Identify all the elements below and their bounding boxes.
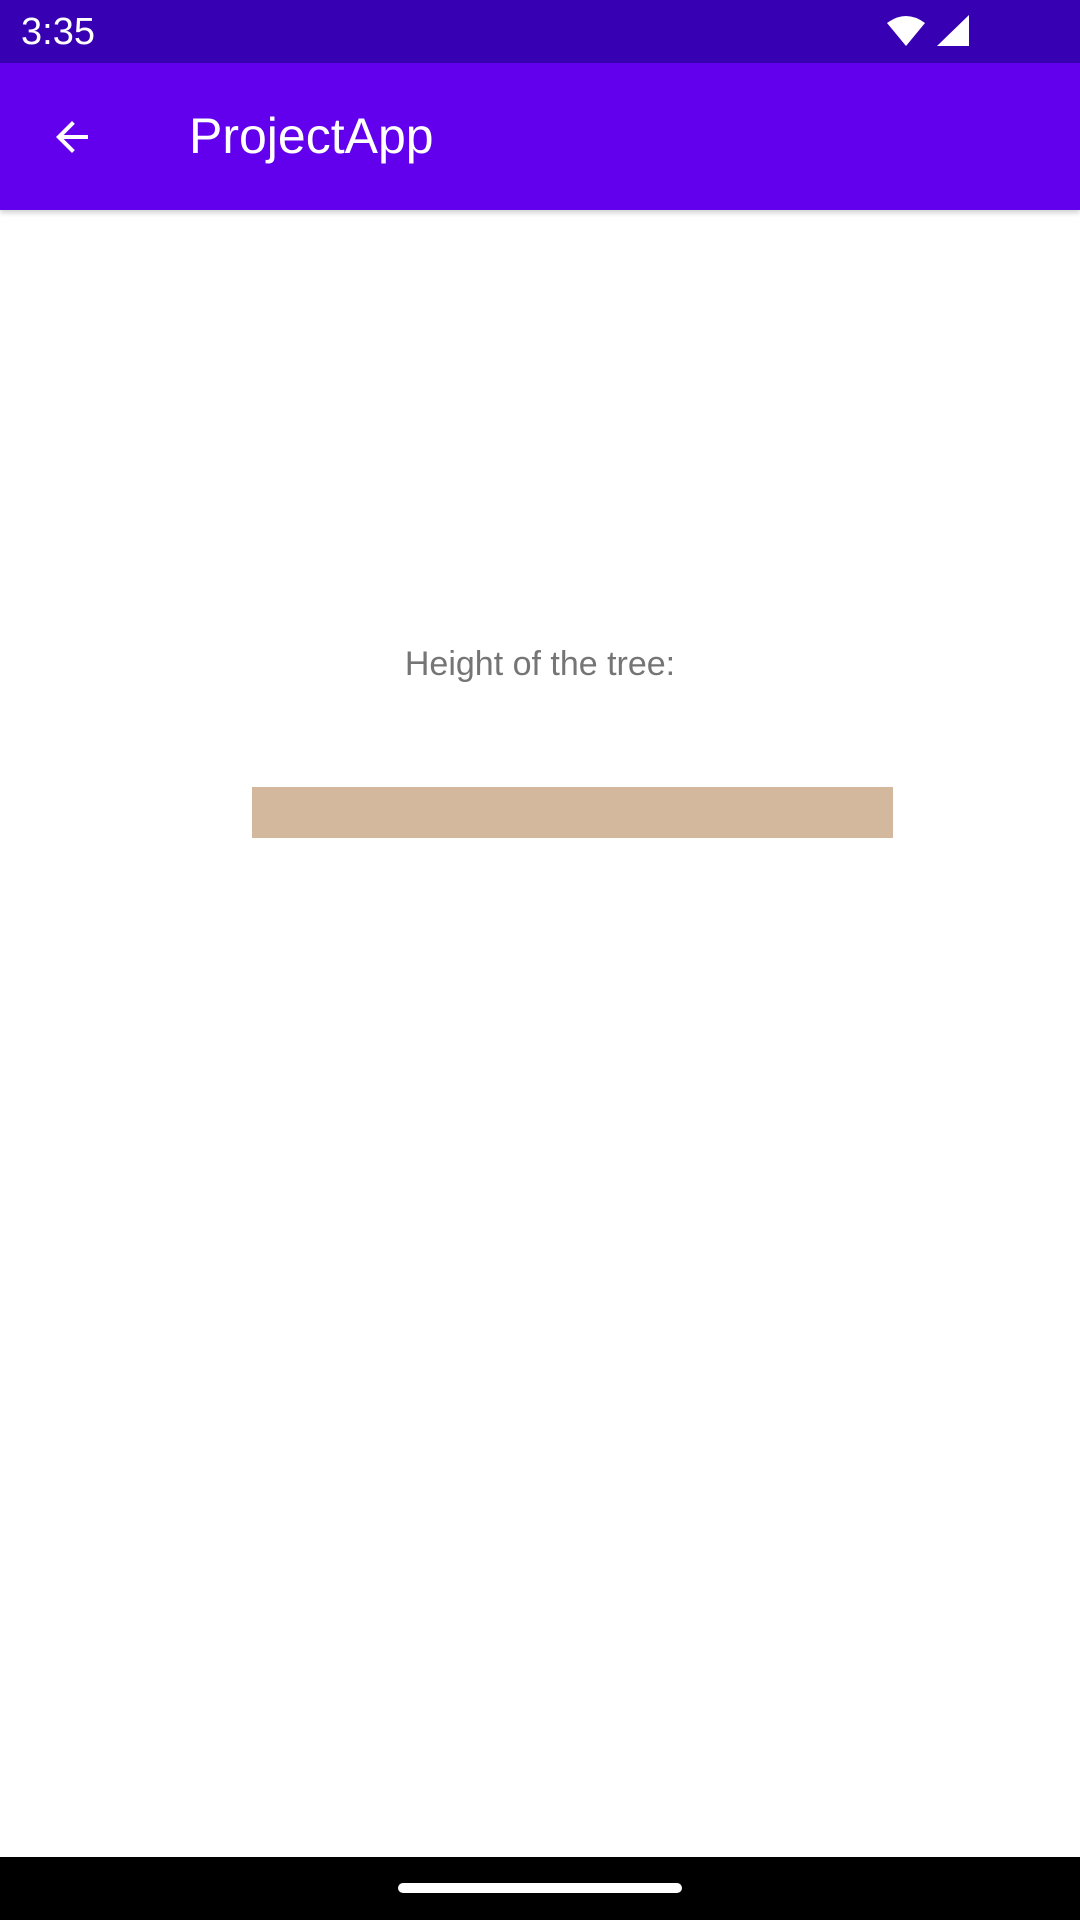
tree-height-input[interactable]	[252, 787, 893, 838]
arrow-back-icon	[56, 121, 88, 153]
status-icons	[886, 14, 970, 48]
app-title: ProjectApp	[189, 108, 434, 164]
status-time: 3:35	[21, 11, 95, 53]
app-bar: ProjectApp	[0, 63, 1080, 210]
screen: 3:35 ProjectApp Height of the tree:	[0, 0, 1080, 1920]
back-button[interactable]	[30, 95, 114, 179]
wifi-icon	[887, 16, 925, 46]
signal-icon	[937, 15, 969, 46]
home-handle[interactable]	[398, 1883, 682, 1893]
navigation-bar	[0, 1857, 1080, 1920]
tree-height-label: Height of the tree:	[404, 645, 676, 683]
status-bar: 3:35	[0, 0, 1080, 63]
